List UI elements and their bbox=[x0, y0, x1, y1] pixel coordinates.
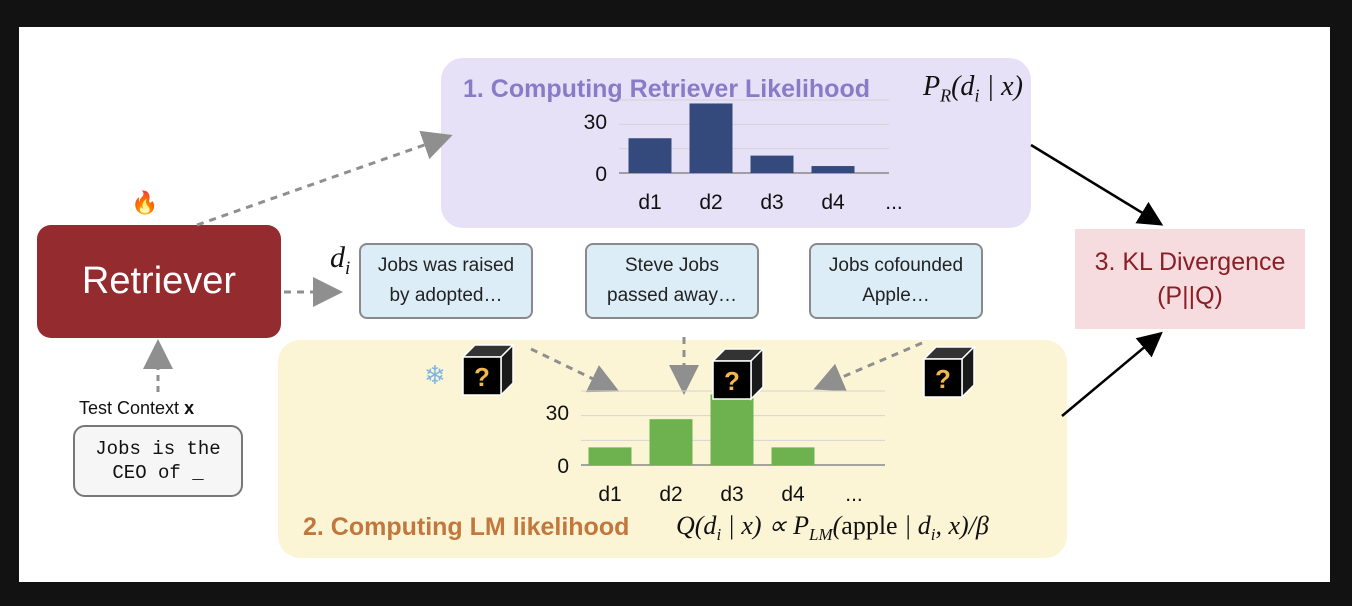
x-tick-label: d2 bbox=[659, 483, 682, 506]
black-box-icon: ? bbox=[461, 343, 515, 397]
bar bbox=[588, 447, 632, 465]
arrow-retriever-to-likelihood bbox=[196, 130, 453, 227]
diagram-canvas: { "retriever": { "label": "Retriever", "… bbox=[19, 27, 1330, 582]
x-tick-label: ... bbox=[885, 191, 903, 214]
bar bbox=[771, 447, 815, 465]
y-tick-label: 30 bbox=[584, 111, 607, 134]
arrow-doc3-to-lm bbox=[813, 341, 923, 392]
black-box-mark: ? bbox=[724, 366, 740, 396]
y-tick-label: 30 bbox=[546, 402, 569, 425]
x-tick-label: d3 bbox=[720, 483, 743, 506]
black-box-mark: ? bbox=[474, 362, 490, 392]
x-tick-label: d1 bbox=[638, 191, 661, 214]
bar bbox=[628, 138, 672, 173]
bar bbox=[649, 419, 693, 465]
diagram-overlay: 0 30 d1 d2 d3 d4... 0 30 d1 d2 d3 d4... ??? bbox=[143, 99, 1164, 506]
bar bbox=[750, 155, 794, 173]
black-box-icon: ? bbox=[922, 345, 976, 399]
x-tick-label: d4 bbox=[781, 483, 805, 506]
y-tick-label: 0 bbox=[557, 455, 569, 478]
bar bbox=[689, 103, 733, 173]
arrow-doc1-to-lm bbox=[530, 347, 620, 393]
x-tick-label: d3 bbox=[760, 191, 783, 214]
x-tick-label: d1 bbox=[598, 483, 621, 506]
y-tick-label: 0 bbox=[595, 163, 607, 186]
black-box-icon: ? bbox=[711, 347, 765, 401]
x-tick-label: d4 bbox=[821, 191, 845, 214]
bar bbox=[710, 394, 754, 465]
arrow-retriever-likelihood-to-kl bbox=[1030, 143, 1164, 226]
x-tick-label: d2 bbox=[699, 191, 722, 214]
arrow-lm-likelihood-to-kl bbox=[1061, 331, 1163, 417]
black-box-mark: ? bbox=[935, 364, 951, 394]
x-tick-label: ... bbox=[845, 483, 863, 506]
bar bbox=[811, 166, 855, 173]
retriever-likelihood-chart: 0 30 d1 d2 d3 d4... bbox=[584, 99, 903, 214]
lm-likelihood-chart: 0 30 d1 d2 d3 d4... bbox=[546, 390, 885, 506]
